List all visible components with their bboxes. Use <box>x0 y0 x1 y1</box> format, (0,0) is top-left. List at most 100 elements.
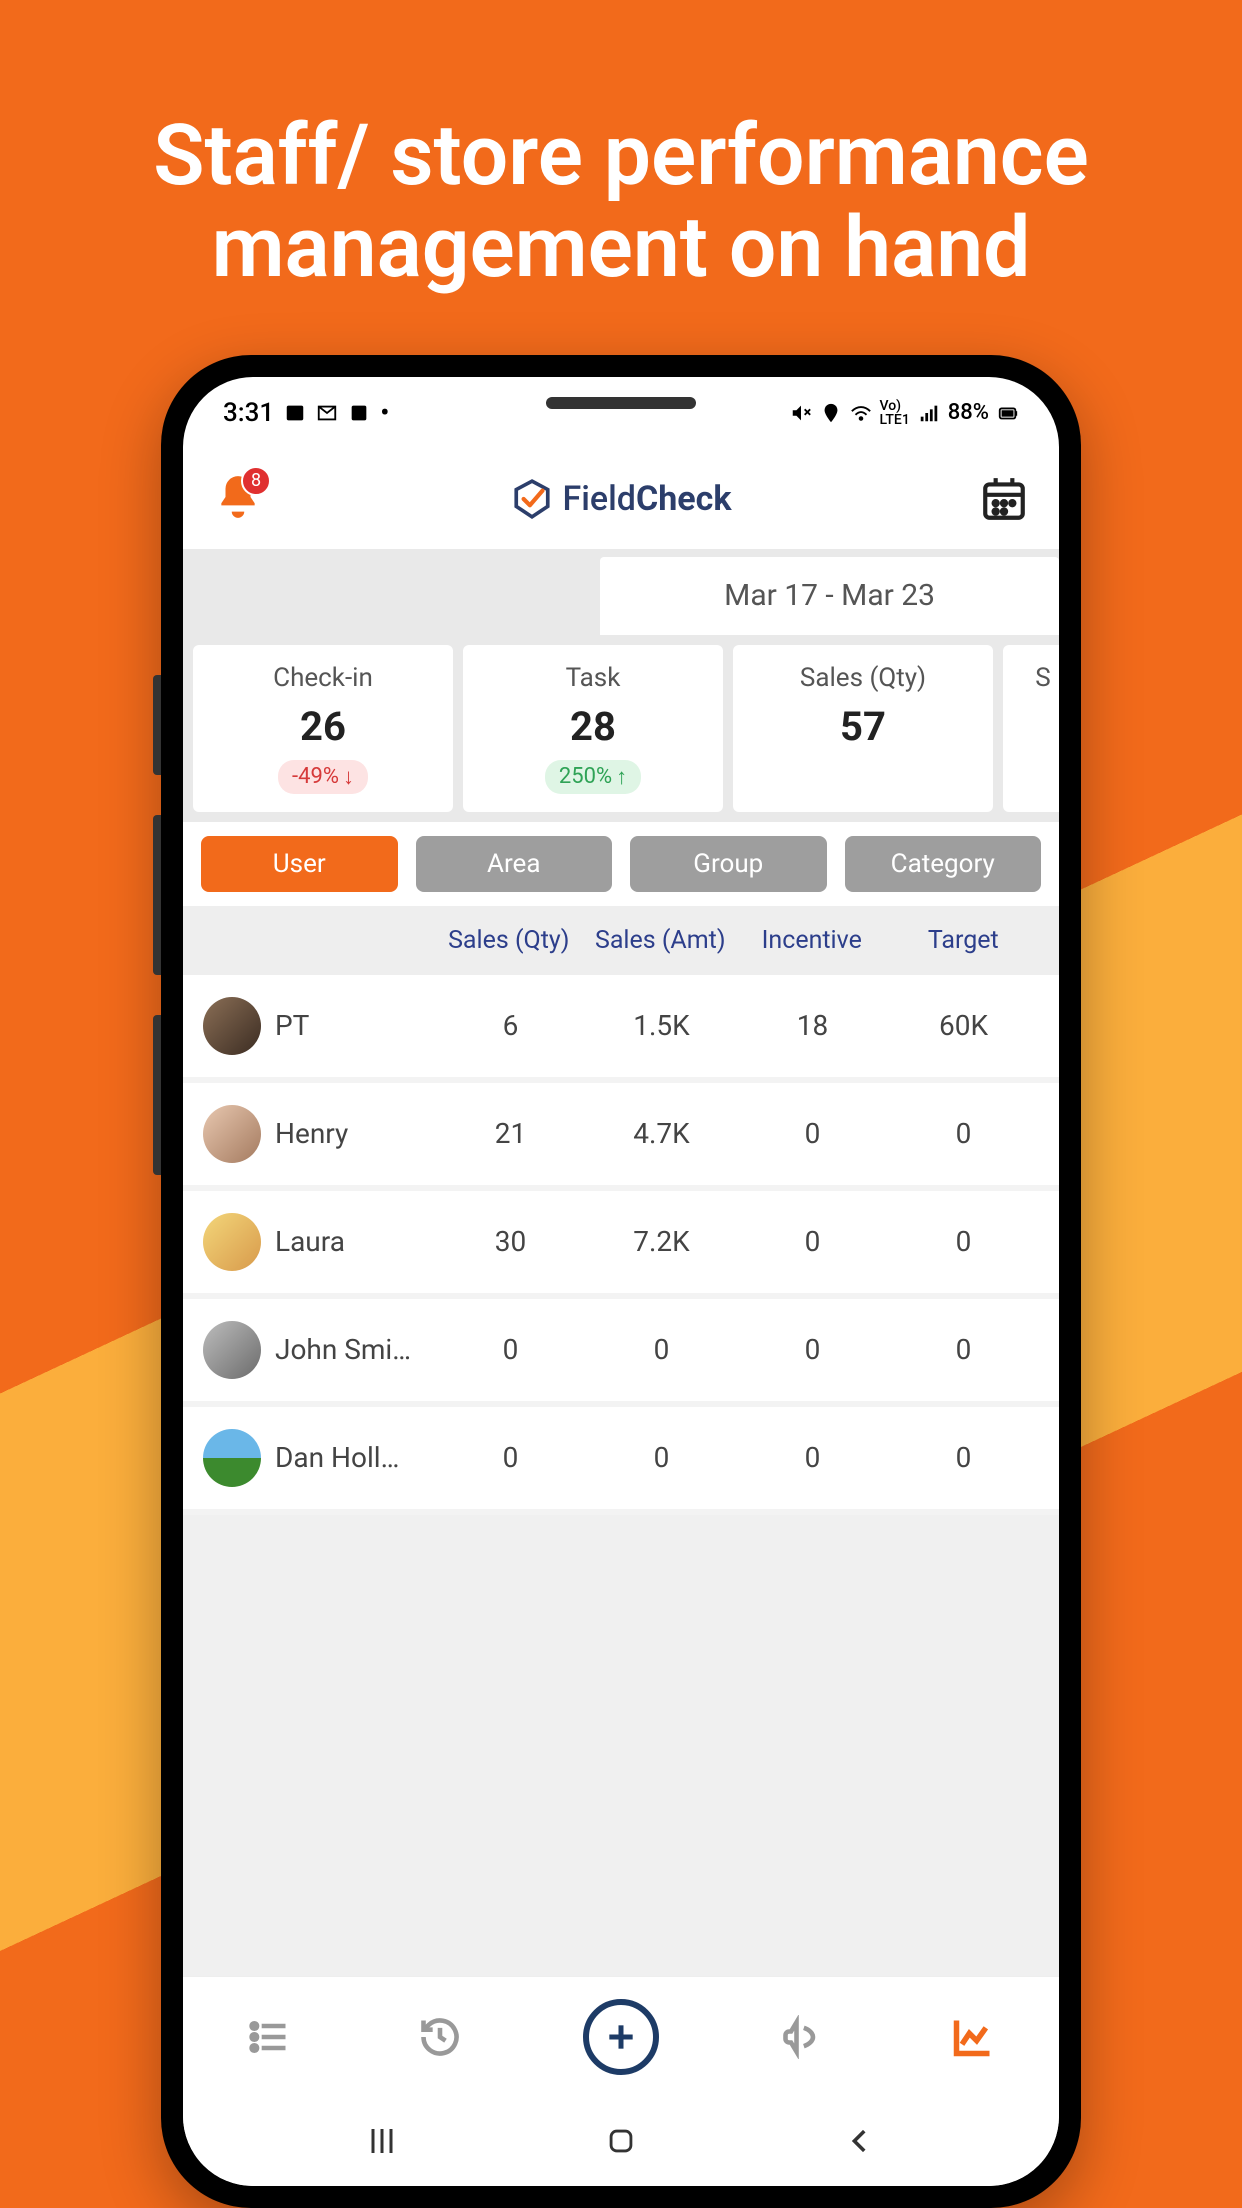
location-icon <box>820 402 842 424</box>
table-row[interactable]: PT61.5K1860K <box>183 975 1059 1083</box>
phone-side-button <box>153 1015 161 1175</box>
table-cell: 7.2K <box>586 1225 737 1258</box>
avatar <box>203 997 261 1055</box>
table-cell: 21 <box>435 1117 586 1150</box>
nav-history-button[interactable] <box>412 2009 468 2065</box>
table-header: Sales (Qty) Sales (Amt) Incentive Target <box>183 906 1059 975</box>
status-more-dot: • <box>380 398 389 428</box>
sys-back-button[interactable] <box>836 2117 884 2165</box>
table-cell: 0 <box>737 1117 888 1150</box>
battery-icon <box>997 402 1019 424</box>
android-system-nav <box>183 2096 1059 2186</box>
filter-tab-group[interactable]: Group <box>630 836 827 892</box>
table-row[interactable]: Dan Holl…0000 <box>183 1407 1059 1515</box>
col-sales-amt[interactable]: Sales (Amt) <box>585 926 737 955</box>
table-cell: 0 <box>435 1441 586 1474</box>
logo-mark-icon <box>511 478 553 520</box>
stat-value: 28 <box>570 703 616 750</box>
table-cell: 30 <box>435 1225 586 1258</box>
avatar <box>203 1429 261 1487</box>
stat-card-partial[interactable]: S <box>1003 645 1059 812</box>
home-icon <box>604 2124 638 2158</box>
status-bar: 3:31 • <box>183 377 1059 449</box>
avatar <box>203 1105 261 1163</box>
nav-announce-button[interactable] <box>774 2009 830 2065</box>
signal-icon <box>918 402 940 424</box>
back-icon <box>843 2124 877 2158</box>
table-cell: 0 <box>737 1333 888 1366</box>
volte-icon: Vo)LTE1 <box>880 399 910 427</box>
wifi-icon <box>850 402 872 424</box>
status-time: 3:31 <box>223 398 274 428</box>
phone-mockup: 3:31 • <box>161 355 1081 2208</box>
filter-tab-user[interactable]: User <box>201 836 398 892</box>
image-icon <box>284 402 306 424</box>
stat-cards-row[interactable]: Check-in 26 -49% ↓ Task 28 250% ↑ Sales … <box>183 635 1059 822</box>
calendar-icon <box>979 474 1029 524</box>
calendar-button[interactable] <box>979 474 1029 524</box>
table-cell: 0 <box>737 1441 888 1474</box>
table-cell: 0 <box>435 1333 586 1366</box>
arrow-down-icon: ↓ <box>343 764 354 790</box>
table-cell: 0 <box>737 1225 888 1258</box>
col-target[interactable]: Target <box>888 926 1040 955</box>
table-cell: 0 <box>586 1441 737 1474</box>
table-cell: 6 <box>435 1009 586 1042</box>
user-name: Laura <box>275 1225 435 1258</box>
table-cell: 0 <box>888 1333 1039 1366</box>
stat-value: 57 <box>840 703 886 750</box>
date-range-tab[interactable]: Mar 17 - Mar 23 <box>600 557 1059 635</box>
filter-tab-category[interactable]: Category <box>845 836 1042 892</box>
stat-label: Sales (Qty) <box>800 663 926 693</box>
table-row[interactable]: Henry214.7K00 <box>183 1083 1059 1191</box>
plus-icon <box>601 2017 641 2057</box>
stat-label: Task <box>566 663 621 693</box>
table-cell: 0 <box>888 1117 1039 1150</box>
stat-card-sales-qty[interactable]: Sales (Qty) 57 <box>733 645 993 812</box>
stat-delta-badge: 250% ↑ <box>545 760 641 794</box>
marketing-headline: Staff/ store performance management on h… <box>0 110 1242 295</box>
stat-delta-badge: -49% ↓ <box>278 760 368 794</box>
phone-side-button <box>153 815 161 975</box>
user-name: Dan Holl… <box>275 1441 435 1474</box>
notifications-button[interactable]: 8 <box>213 472 263 526</box>
user-name: John Smi… <box>275 1333 435 1366</box>
empty-area <box>183 1515 1059 1976</box>
stat-value: 26 <box>300 703 346 750</box>
mute-icon <box>790 402 812 424</box>
chart-line-icon <box>951 2015 995 2059</box>
stat-label: S <box>1035 663 1050 693</box>
table-cell: 4.7K <box>586 1117 737 1150</box>
user-name: PT <box>275 1009 435 1042</box>
table-cell: 60K <box>888 1009 1039 1042</box>
nav-analytics-button[interactable] <box>945 2009 1001 2065</box>
sys-home-button[interactable] <box>597 2117 645 2165</box>
table-cell: 0 <box>586 1333 737 1366</box>
app-icon <box>348 402 370 424</box>
table-row[interactable]: John Smi…0000 <box>183 1299 1059 1407</box>
list-icon <box>247 2015 291 2059</box>
sys-recent-button[interactable] <box>358 2117 406 2165</box>
notification-badge: 8 <box>241 466 271 496</box>
user-name: Henry <box>275 1117 435 1150</box>
megaphone-icon <box>780 2015 824 2059</box>
stat-card-checkin[interactable]: Check-in 26 -49% ↓ <box>193 645 453 812</box>
filter-tab-area[interactable]: Area <box>416 836 613 892</box>
table-cell: 0 <box>888 1441 1039 1474</box>
stat-card-task[interactable]: Task 28 250% ↑ <box>463 645 723 812</box>
col-sales-qty[interactable]: Sales (Qty) <box>433 926 585 955</box>
table-cell: 0 <box>888 1225 1039 1258</box>
table-cell: 18 <box>737 1009 888 1042</box>
gmail-icon <box>316 402 338 424</box>
nav-list-button[interactable] <box>241 2009 297 2065</box>
date-tab-prev[interactable] <box>183 549 600 635</box>
bottom-nav <box>183 1976 1059 2096</box>
phone-side-button <box>153 675 161 775</box>
nav-add-button[interactable] <box>583 1999 659 2075</box>
arrow-up-icon: ↑ <box>616 764 627 790</box>
table-row[interactable]: Laura307.2K00 <box>183 1191 1059 1299</box>
col-incentive[interactable]: Incentive <box>736 926 888 955</box>
history-icon <box>418 2015 462 2059</box>
avatar <box>203 1321 261 1379</box>
stat-label: Check-in <box>273 663 373 693</box>
